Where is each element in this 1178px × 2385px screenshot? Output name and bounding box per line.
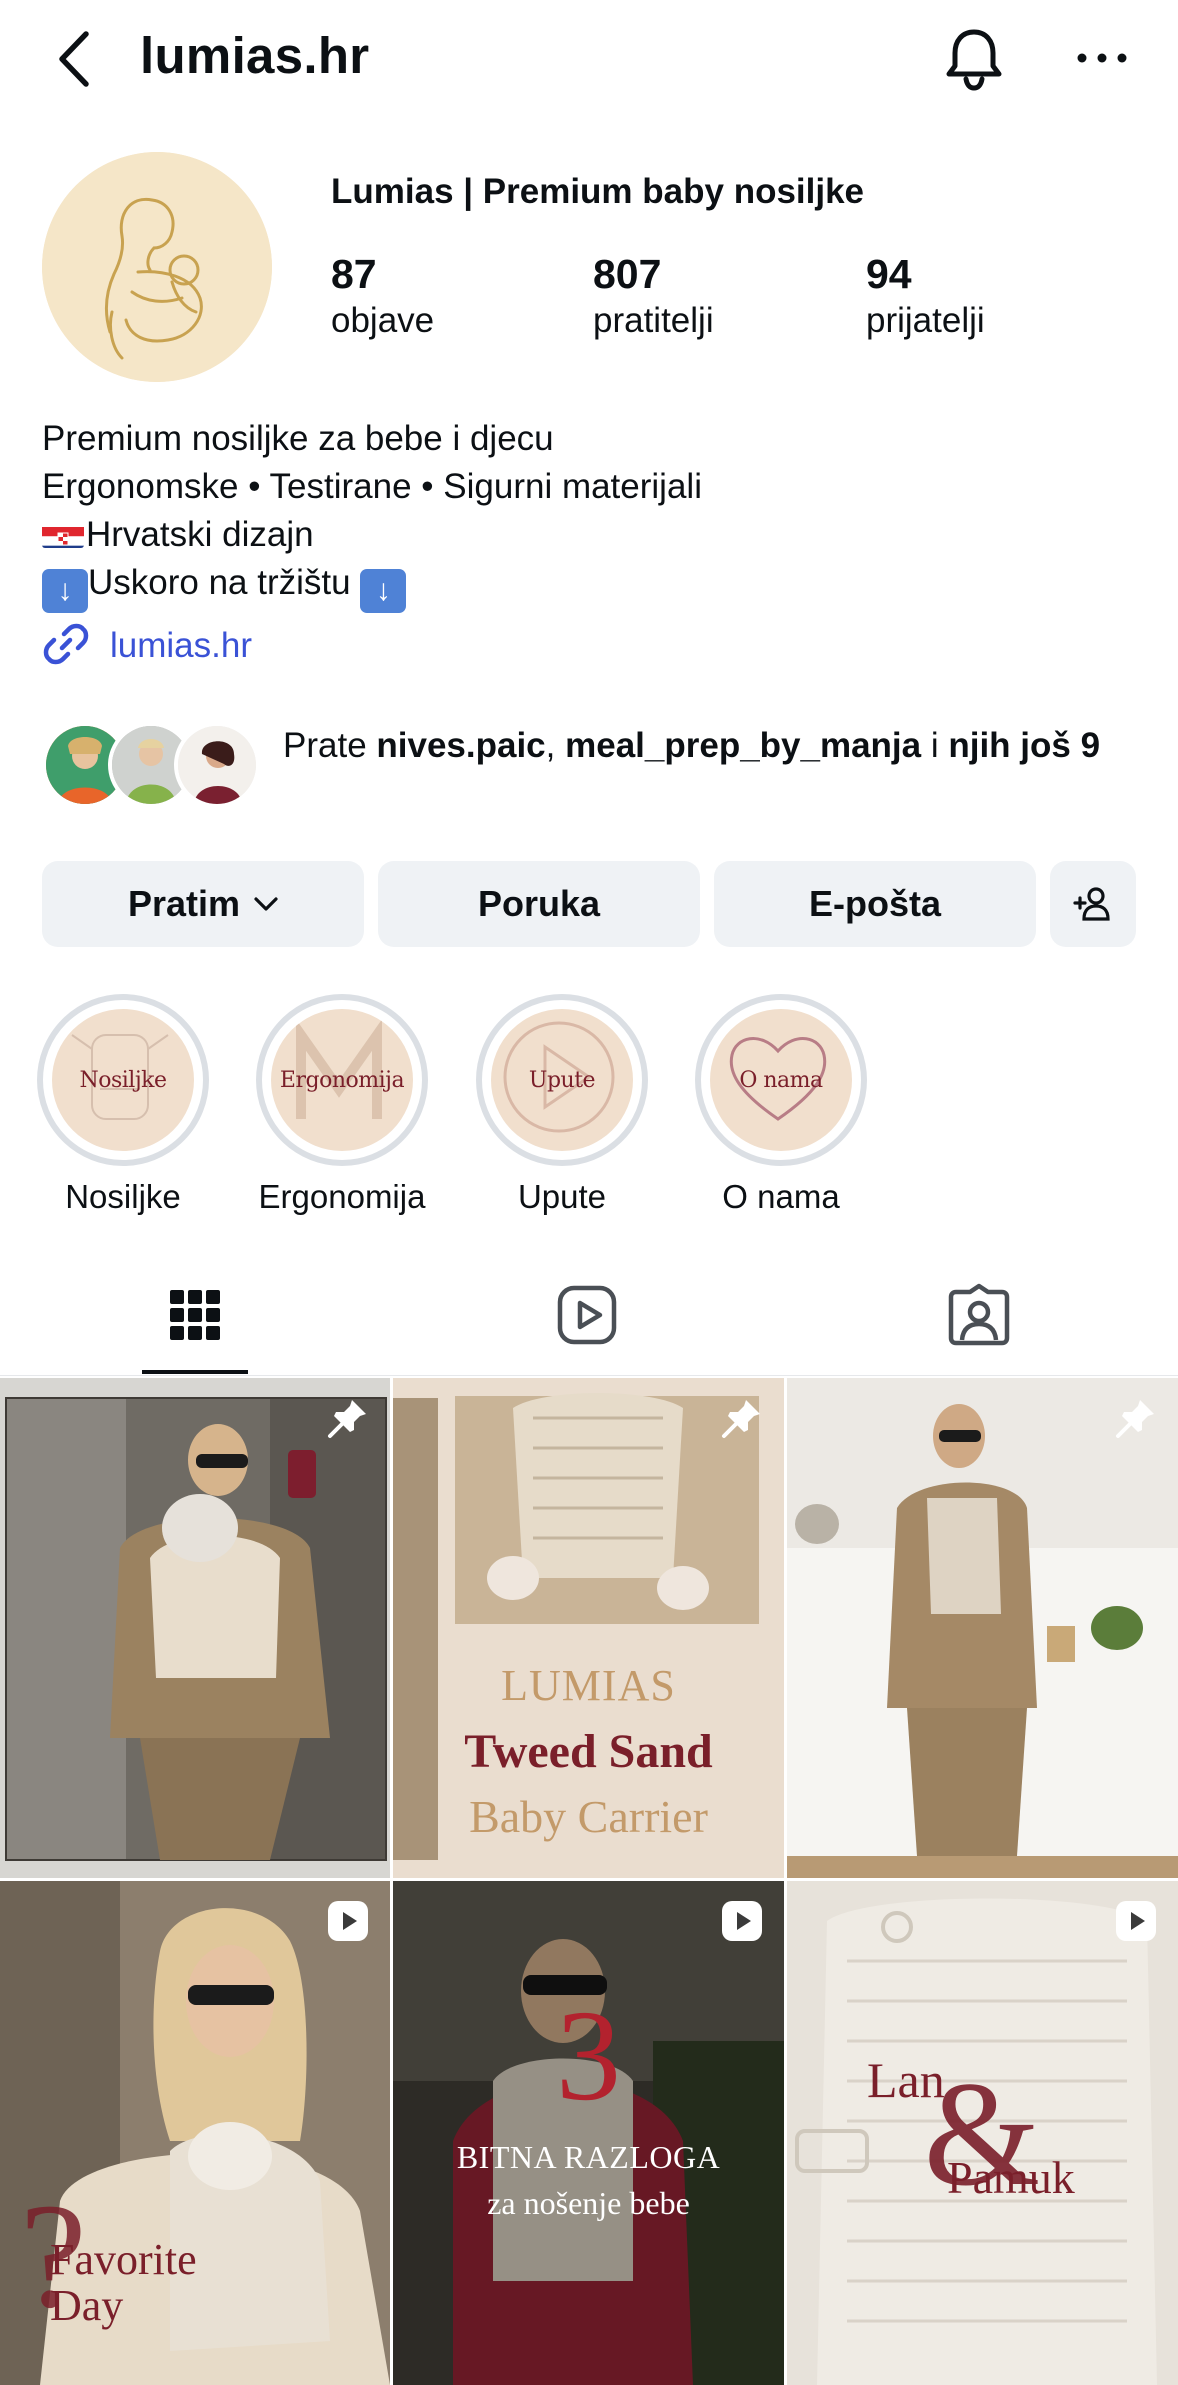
followed-by-more[interactable]: njih još 9 [948,726,1100,765]
message-button[interactable]: Poruka [378,861,700,947]
bio-line-3-text: Hrvatski dizajn [86,515,314,554]
bio-line-1: Premium nosiljke za bebe i djecu [42,419,554,458]
post-caption-line: LUMIAS [501,1661,676,1710]
highlight-cover: O nama [695,994,867,1166]
followed-by-text: Prate nives.paic, meal_prep_by_manja i n… [283,722,1178,769]
post-tile[interactable]: 3 BITNA RAZLOGA za nošenje bebe [393,1881,784,2385]
post-tile[interactable]: Lan & Pamuk [787,1881,1178,2385]
highlight-cover-text: Nosiljke [79,1067,167,1093]
followed-by-user-2[interactable]: meal_prep_by_manja [565,726,921,765]
following-button-label: Pratim [127,883,241,924]
followed-by[interactable]: Prate nives.paic, meal_prep_by_manja i n… [42,722,1152,812]
back-icon[interactable] [52,28,96,90]
post-tile[interactable]: LUMIAS Tweed Sand Baby Carrier [393,1378,784,1878]
highlight-cover: Nosiljke [37,994,209,1166]
pinned-icon [1116,1400,1154,1438]
highlight-cover-text: O nama [739,1067,823,1093]
following-count-label: prijatelji [866,301,985,340]
post-image [0,1378,390,1878]
post-caption-line: za nošenje bebe [487,2185,690,2221]
followed-by-user-1[interactable]: nives.paic [376,726,545,765]
bio-line-3: Hrvatski dizajn [42,511,702,559]
croatia-flag-icon [42,520,84,548]
down-arrow-icon: ↓ [360,569,407,613]
message-button-label: Poruka [477,883,601,924]
posts-grid: LUMIAS Tweed Sand Baby Carrier ? Favorit… [0,1378,1178,2385]
email-button-label: E-pošta [808,883,941,924]
post-caption-number: 3 [556,1984,621,2128]
highlight-cover: Ergonomija [256,994,428,1166]
post-tile[interactable]: ? Favorite Day [0,1881,390,2385]
email-button[interactable]: E-pošta [714,861,1036,947]
highlight-label: Nosiljke [65,1178,181,1215]
tab-reels[interactable] [554,1282,620,1348]
highlight-upute[interactable]: Upute Upute [475,994,649,1216]
grid-icon [170,1290,220,1340]
post-tile[interactable] [787,1378,1178,1878]
post-caption-line: Pamuk [947,2152,1075,2203]
post-tile[interactable] [0,1378,390,1878]
reels-icon [557,1285,617,1345]
top-bar: lumias.hr [0,0,1178,118]
post-caption-line: Day [50,2281,124,2330]
following-count-value: 94 [866,251,912,297]
highlight-label: O nama [722,1178,840,1215]
profile-avatar[interactable] [42,152,272,382]
down-arrow-icon: ↓ [42,569,88,613]
post-caption-line: BITNA RAZLOGA [456,2139,721,2175]
profile-bio: Premium nosiljke za bebe i djecu Ergonom… [42,415,702,613]
add-person-icon [1073,887,1110,921]
followers-count-value: 807 [593,251,662,297]
post-image [393,1881,784,2385]
followers-count[interactable]: 807 pratitelji [593,248,714,342]
bio-line-4: ↓ Uskoro na tržištu ↓ [42,559,702,613]
post-caption-line: Tweed Sand [464,1725,713,1778]
highlight-label: Ergonomija [258,1178,426,1215]
posts-count-label: objave [331,301,435,340]
page-title: lumias.hr [140,27,370,84]
profile-link[interactable]: lumias.hr [42,620,252,672]
highlight-nosiljke[interactable]: Nosiljke Nosiljke [36,994,210,1216]
highlight-ergonomija[interactable]: Ergonomija Ergonomija [255,994,429,1216]
profile-tabs [0,1258,1178,1376]
reel-icon [722,1901,762,1941]
highlight-cover-text: Upute [528,1067,596,1093]
tagged-person-icon [948,1283,1010,1346]
highlight-cover: Upute [476,994,648,1166]
followed-by-and: i [921,726,949,765]
bio-line-4-text: Uskoro na tržištu [88,563,361,602]
pinned-icon [328,1400,366,1438]
following-count[interactable]: 94 prijatelji [866,248,985,342]
highlight-label: Upute [517,1178,607,1215]
following-button[interactable]: Pratim [42,861,364,947]
reel-icon [1116,1901,1156,1941]
highlight-o-nama[interactable]: O nama O nama [694,994,868,1216]
tab-tagged[interactable] [946,1282,1012,1348]
highlight-cover-text: Ergonomija [279,1067,405,1093]
follower-avatar [174,722,260,808]
reel-icon [328,1901,368,1941]
followers-count-label: pratitelji [593,301,714,340]
chevron-down-icon [254,897,278,911]
profile-link-text[interactable]: lumias.hr [110,626,252,666]
bell-icon[interactable] [943,26,1005,92]
bio-line-2: Ergonomske • Testirane • Sigurni materij… [42,467,702,506]
followed-by-prefix: Prate [283,726,377,765]
profile-display-name: Lumias | Premium baby nosiljke [331,172,865,211]
more-options-icon[interactable] [1076,44,1128,72]
posts-count[interactable]: 87 objave [331,248,434,342]
pinned-icon [722,1400,760,1438]
post-caption-line: Baby Carrier [469,1791,708,1842]
followed-by-separator: , [545,726,566,765]
link-icon [42,620,90,673]
posts-count-value: 87 [331,251,377,297]
post-caption-line: Favorite [50,2235,197,2284]
suggested-users-button[interactable] [1050,861,1136,947]
post-image [787,1378,1178,1878]
active-tab-indicator [142,1370,248,1374]
tab-posts-grid[interactable] [162,1282,228,1348]
